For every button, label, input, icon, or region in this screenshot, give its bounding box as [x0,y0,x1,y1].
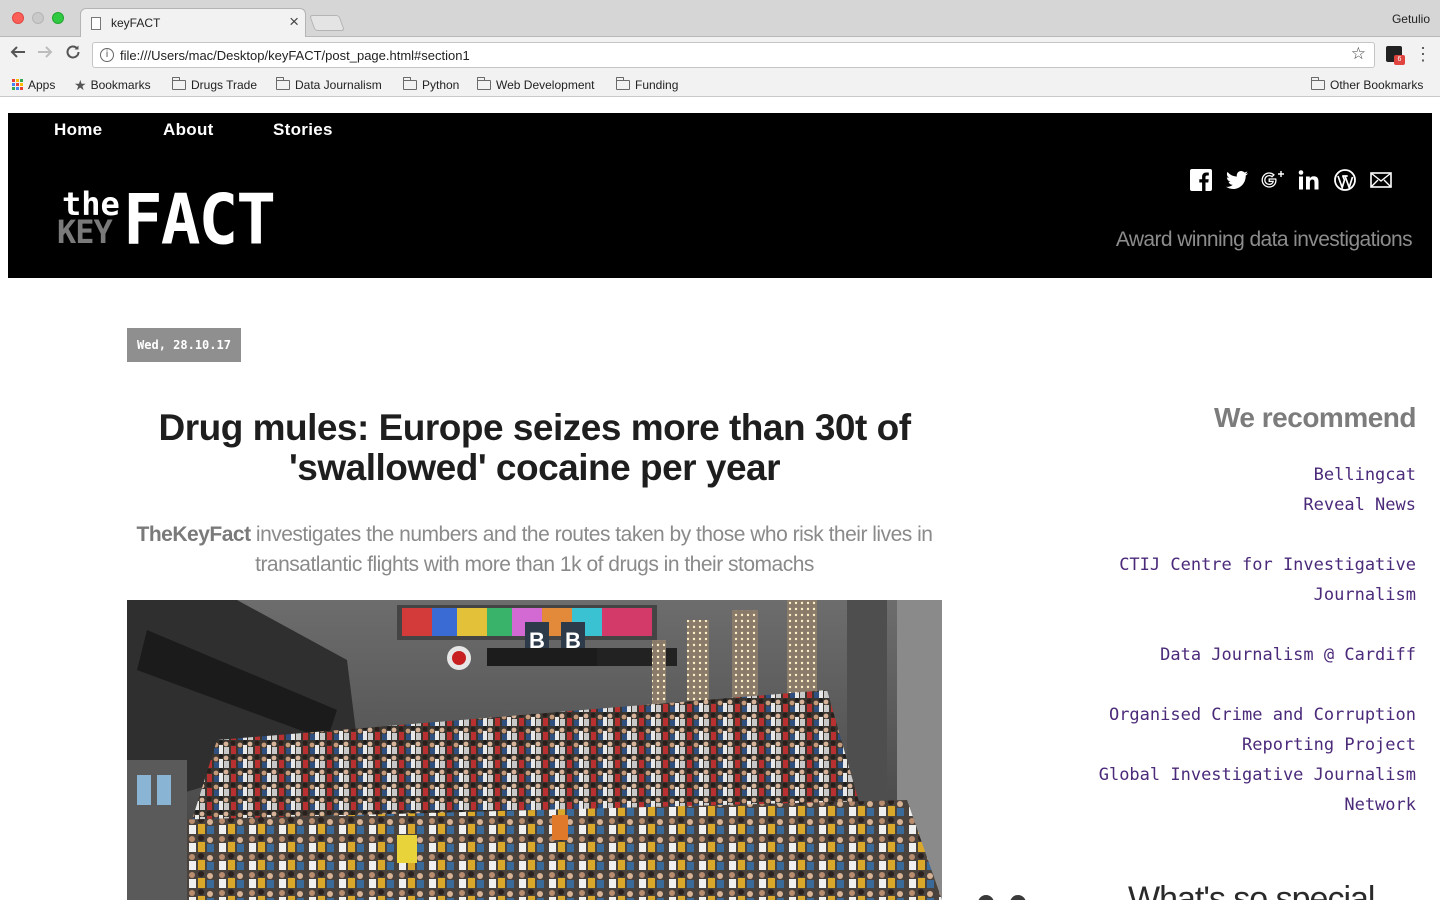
url-text[interactable]: file:///Users/mac/Desktop/keyFACT/post_p… [120,48,470,63]
browser-titlebar: keyFACT × Getulio [0,0,1440,38]
article-headline: Drug mules: Europe seizes more than 30t … [158,407,911,488]
sidebar-title: We recommend [1214,402,1417,433]
bookmark-label: Python [422,77,460,92]
profile-name[interactable]: Getulio [1392,12,1430,26]
bookmark-web-development[interactable]: Web Development [477,76,595,93]
close-window-button[interactable] [12,12,24,24]
new-tab-button[interactable] [309,15,345,31]
bookmark-label: Funding [635,77,679,92]
article-date-badge: Wed, 28.10.17 [127,328,241,362]
bookmark-funding[interactable]: Funding [616,76,678,93]
recommend-link-reveal-news[interactable]: Reveal News [1303,495,1416,515]
tab-title: keyFACT [111,16,161,30]
nav-home-link[interactable]: Home [54,120,102,140]
bookmark-label: Drugs Trade [191,77,258,92]
back-arrow-icon[interactable] [9,43,27,67]
bookmark-label: Data Journalism [295,77,382,92]
standfirst-brand: TheKeyFact [136,523,252,546]
nav-about-link[interactable]: About [163,120,214,140]
twitter-icon[interactable] [1225,168,1249,192]
folder-icon [276,76,290,90]
recommend-link-ctij-cont[interactable]: Journalism [1314,585,1416,605]
bookmark-bookmarks[interactable]: ★ Bookmarks [74,76,151,93]
bookmark-data-journalism[interactable]: Data Journalism [276,76,382,93]
bookmark-label: Other Bookmarks [1330,77,1424,92]
airport-crowd-image: B B [127,600,942,900]
recommend-link-gijn[interactable]: Global Investigative Journalism [1099,765,1416,785]
bookmark-label: Bookmarks [90,77,151,92]
bookmark-label: Web Development [496,77,595,92]
maximize-window-button[interactable] [52,12,64,24]
menu-dots-icon[interactable]: ⋮ [1414,43,1432,65]
linkedin-icon[interactable] [1297,168,1321,192]
bookmark-other-bookmarks[interactable]: Other Bookmarks [1311,76,1423,93]
bookmark-apps[interactable]: Apps [12,76,55,93]
article-standfirst: TheKeyFact investigates the numbers and … [127,520,942,580]
logo-key: KEY [57,213,113,251]
google-plus-icon[interactable] [1261,168,1285,192]
apps-grid-icon [12,79,23,90]
bookmark-label: Apps [28,77,56,92]
facebook-icon[interactable] [1189,168,1213,192]
wordpress-icon[interactable] [1333,168,1357,192]
bookmark-python[interactable]: Python [403,76,459,93]
star-icon: ★ [74,76,87,93]
standfirst-text: investigates the numbers and the routes … [250,523,933,576]
recommend-link-occrp-cont[interactable]: Reporting Project [1242,735,1416,755]
page-icon [91,17,101,30]
recommend-link-ctij[interactable]: CTIJ Centre for Investigative [1119,555,1416,575]
decorative-icon [976,890,1026,900]
folder-icon [1311,76,1325,90]
site-header: Home About Stories the KEY FACT Award wi… [8,113,1432,278]
recommend-link-data-journalism-cardiff[interactable]: Data Journalism @ Cardiff [1160,645,1416,665]
recommend-link-occrp[interactable]: Organised Crime and Corruption [1109,705,1416,725]
folder-icon [403,76,417,90]
browser-tab[interactable]: keyFACT × [80,8,306,38]
bookmark-star-icon[interactable]: ☆ [1351,44,1366,64]
browser-toolbar: i file:///Users/mac/Desktop/keyFACT/post… [0,37,1440,73]
folder-icon [477,76,491,90]
forward-arrow-icon[interactable] [36,43,54,67]
minimize-window-button[interactable] [32,12,44,24]
folder-icon [616,76,630,90]
section-heading: What's so special [1128,880,1375,900]
article-hero-image: B B [127,600,942,900]
address-bar[interactable]: i file:///Users/mac/Desktop/keyFACT/post… [92,42,1375,68]
recommend-link-gijn-cont[interactable]: Network [1344,795,1416,815]
site-tagline: Award winning data investigations [1115,228,1413,251]
extension-badge: 6 [1394,55,1405,65]
bookmark-drugs-trade[interactable]: Drugs Trade [172,76,257,93]
tab-close-icon[interactable]: × [289,12,299,32]
bookmarks-bar: Apps ★ Bookmarks Drugs Trade Data Journa… [0,73,1440,97]
folder-icon [172,76,186,90]
recommend-link-bellingcat[interactable]: Bellingcat [1314,465,1416,485]
email-icon[interactable] [1369,168,1393,192]
logo-fact: FACT [123,178,276,261]
nav-stories-link[interactable]: Stories [273,120,333,140]
reload-icon[interactable] [64,43,82,67]
info-icon[interactable]: i [100,48,114,62]
